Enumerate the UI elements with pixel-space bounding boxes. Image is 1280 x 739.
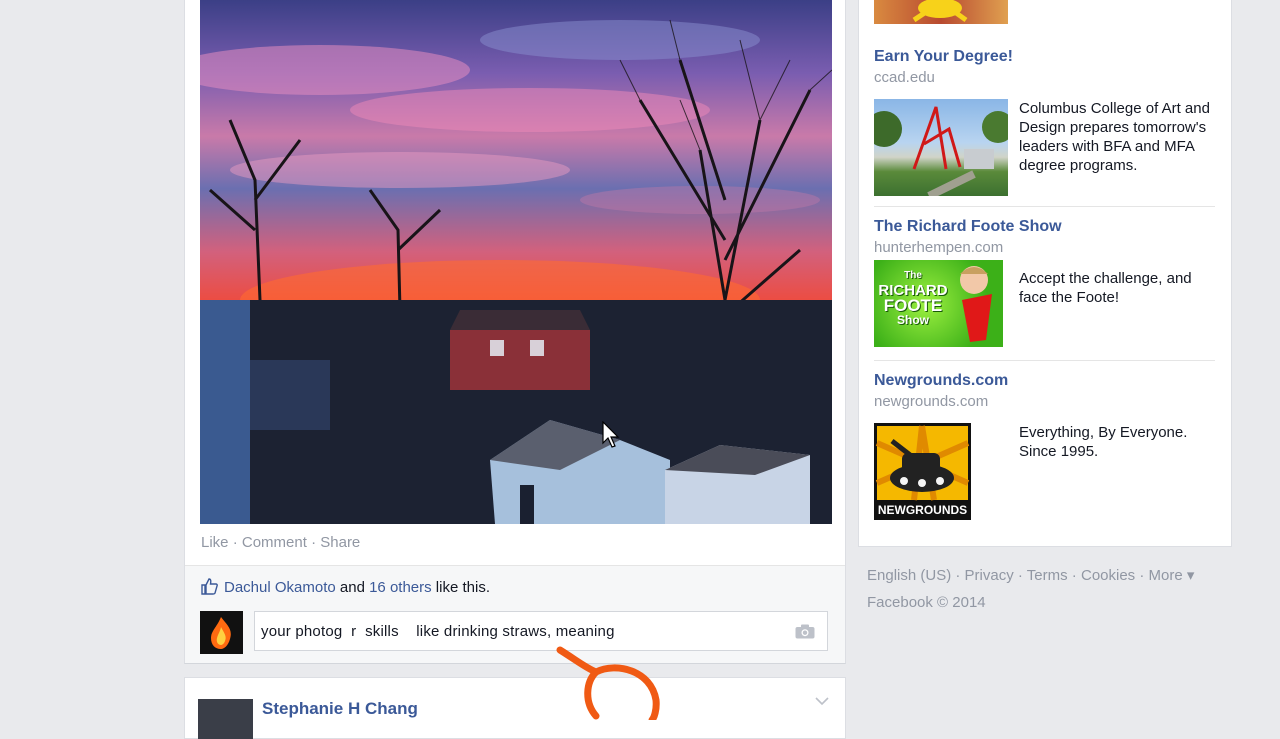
comment-link[interactable]: Comment (242, 534, 307, 551)
footer-link-cookies[interactable]: Cookies (1081, 567, 1135, 584)
post-author-name[interactable]: Stephanie H Chang (262, 699, 418, 719)
footer-links: English (US) · Privacy · Terms · Cookies… (867, 567, 1195, 584)
like-link[interactable]: Like (201, 534, 229, 551)
sunset-photo-art (200, 19, 832, 524)
cartoon-figure-icon (912, 0, 968, 23)
ad-description: Everything, By Everyone. Since 1995. (1019, 424, 1188, 460)
comment-input[interactable]: your photog r skills like drinking straw… (254, 611, 828, 651)
ad-title[interactable]: The Richard Foote Show (874, 218, 1219, 236)
mouse-cursor-icon (602, 421, 620, 448)
next-post-card: Stephanie H Chang (184, 677, 846, 739)
action-separator: · (306, 534, 321, 551)
post-card: Like · Comment · Share Dachul Okamoto an… (184, 0, 846, 664)
ad-domain: newgrounds.com (874, 393, 989, 410)
camera-icon[interactable] (795, 624, 815, 639)
chevron-down-icon[interactable] (815, 696, 829, 706)
likes-conjunction: and (335, 579, 370, 596)
sidebar-footer: English (US) · Privacy · Terms · Cookies… (867, 562, 1194, 616)
thumbs-up-icon (201, 578, 218, 595)
liker-name-link[interactable]: Dachul Okamoto (224, 579, 336, 596)
likes-summary: Dachul Okamoto and 16 others like this. (224, 579, 490, 596)
newgrounds-wordmark: NEWGROUNDS (877, 503, 968, 517)
ad-divider (874, 206, 1215, 207)
ad-image-partial[interactable] (874, 0, 1008, 24)
footer-link-terms[interactable]: Terms (1027, 567, 1068, 584)
ad-image-campus[interactable] (874, 99, 1008, 196)
fire-avatar-icon (200, 611, 243, 654)
sponsored-sidebar: Earn Your Degree! ccad.edu Columbus Coll… (858, 0, 1232, 547)
footer-link-more[interactable]: More ▾ (1149, 567, 1195, 584)
post-actions: Like · Comment · Share (201, 534, 360, 551)
ad-domain: hunterhempen.com (874, 239, 1004, 256)
post-photo[interactable] (200, 0, 832, 524)
ad-ccad: Earn Your Degree! ccad.edu (874, 48, 1219, 86)
ad-description: Accept the challenge, and face the Foote… (1019, 270, 1192, 306)
ad-description: Columbus College of Art and Design prepa… (1019, 100, 1210, 174)
footer-link-language[interactable]: English (US) (867, 567, 951, 584)
ad-image-foote-show[interactable]: The RICHARD FOOTE Show (874, 260, 1003, 347)
comment-input-text: your photog r skills like drinking straw… (261, 623, 615, 640)
ad-domain: ccad.edu (874, 69, 935, 86)
ad-image-newgrounds[interactable]: NEWGROUNDS (874, 423, 971, 520)
others-link[interactable]: 16 others (369, 579, 432, 596)
ad-title[interactable]: Newgrounds.com (874, 372, 1219, 390)
commenter-avatar (200, 611, 243, 654)
likes-suffix: like this. (431, 579, 490, 596)
ad-newgrounds: Newgrounds.com newgrounds.com (874, 372, 1219, 410)
author-avatar[interactable] (198, 699, 253, 739)
host-with-cup-icon (960, 266, 992, 342)
ad-title[interactable]: Earn Your Degree! (874, 48, 1219, 66)
action-separator: · (228, 534, 242, 551)
footer-copyright: Facebook © 2014 (867, 594, 986, 611)
annotation-circle-mark (556, 646, 660, 720)
share-link[interactable]: Share (320, 534, 360, 551)
likes-and-comments-section: Dachul Okamoto and 16 others like this. … (185, 565, 845, 663)
ad-divider (874, 360, 1215, 361)
red-sculpture-photo (874, 106, 1008, 196)
footer-link-privacy[interactable]: Privacy (965, 567, 1014, 584)
ad-richard-foote: The Richard Foote Show hunterhempen.com (874, 218, 1219, 256)
